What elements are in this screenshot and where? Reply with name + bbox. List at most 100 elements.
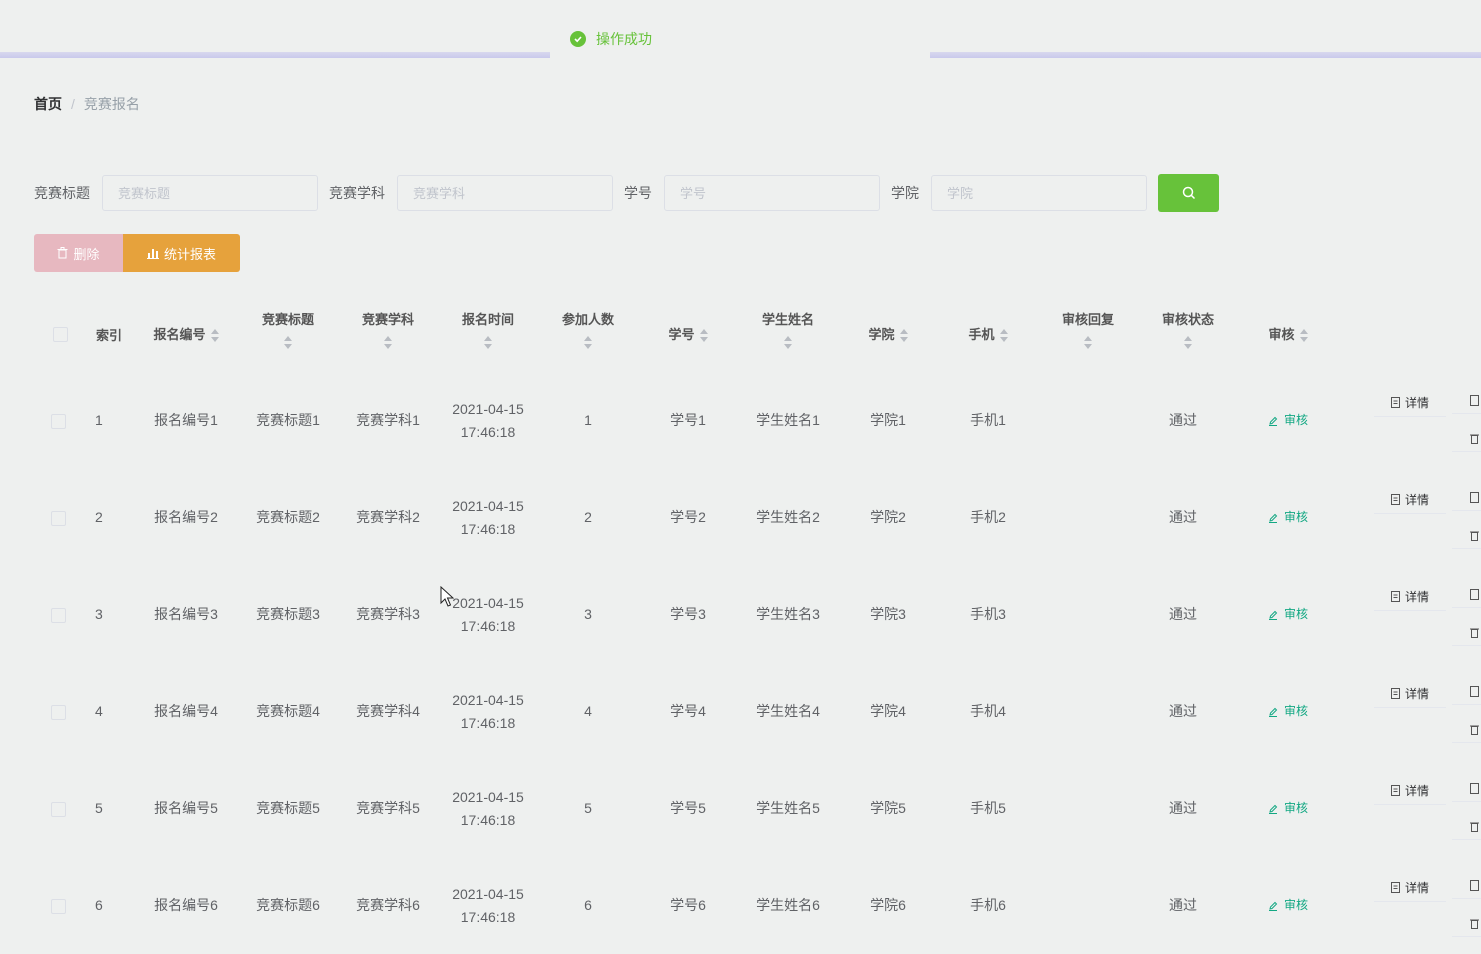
sort-icon[interactable] xyxy=(699,329,708,343)
delete-row-button[interactable] xyxy=(1452,717,1481,743)
delete-row-button[interactable] xyxy=(1452,523,1481,549)
detail-button[interactable]: 详情 xyxy=(1374,679,1446,708)
cell-reply xyxy=(1038,760,1138,857)
edit-button[interactable] xyxy=(1452,388,1481,414)
cell-student-id: 学号1 xyxy=(670,412,706,428)
audit-link[interactable]: 审核 xyxy=(1268,506,1308,529)
student-id-search-input[interactable] xyxy=(664,175,880,211)
edit-icon xyxy=(1268,610,1278,620)
column-header-status[interactable]: 审核状态 xyxy=(1138,309,1238,349)
row-index: 4 xyxy=(95,703,103,719)
detail-button[interactable]: 详情 xyxy=(1374,388,1446,417)
edit-button[interactable] xyxy=(1452,582,1481,608)
column-header-time[interactable]: 报名时间 xyxy=(438,309,538,349)
column-header-audit[interactable]: 审核 xyxy=(1238,324,1338,343)
cell-count: 5 xyxy=(584,800,592,816)
search-button[interactable] xyxy=(1158,174,1219,212)
audit-link[interactable]: 审核 xyxy=(1268,700,1308,723)
row-checkbox[interactable] xyxy=(51,899,66,914)
breadcrumb-home[interactable]: 首页 xyxy=(34,96,62,112)
audit-link[interactable]: 审核 xyxy=(1268,603,1308,626)
row-checkbox[interactable] xyxy=(51,414,66,429)
cell-count: 6 xyxy=(584,897,592,913)
column-header-regno[interactable]: 报名编号 xyxy=(136,324,236,343)
trash-icon xyxy=(1470,531,1479,541)
column-header-count[interactable]: 参加人数 xyxy=(538,309,638,349)
select-all-checkbox[interactable] xyxy=(53,327,68,342)
edit-button[interactable] xyxy=(1452,485,1481,511)
sort-icon[interactable] xyxy=(484,336,492,349)
sort-icon[interactable] xyxy=(1184,336,1192,349)
detail-button[interactable]: 详情 xyxy=(1374,485,1446,514)
sort-icon[interactable] xyxy=(1084,336,1092,349)
detail-button[interactable]: 详情 xyxy=(1374,873,1446,902)
edit-button[interactable] xyxy=(1452,776,1481,802)
sort-icon[interactable] xyxy=(284,336,292,349)
cell-college: 学院2 xyxy=(870,509,906,525)
column-header-title[interactable]: 竞赛标题 xyxy=(238,309,338,349)
cell-student-name: 学生姓名6 xyxy=(756,897,820,913)
sort-icon[interactable] xyxy=(899,329,908,343)
document-icon xyxy=(1470,880,1479,891)
cell-time: 2021-04-15 17:46:18 xyxy=(452,497,524,537)
cell-regno: 报名编号4 xyxy=(154,703,218,719)
cell-time: 2021-04-15 17:46:18 xyxy=(452,885,524,925)
sort-icon[interactable] xyxy=(1299,329,1308,343)
detail-button[interactable]: 详情 xyxy=(1374,776,1446,805)
sort-icon[interactable] xyxy=(210,329,219,343)
college-search-input[interactable] xyxy=(931,175,1147,211)
column-header-college[interactable]: 学院 xyxy=(838,324,938,343)
detail-button[interactable]: 详情 xyxy=(1374,582,1446,611)
delete-row-button[interactable] xyxy=(1452,426,1481,452)
sort-icon[interactable] xyxy=(384,336,392,349)
row-checkbox[interactable] xyxy=(51,705,66,720)
cell-regno: 报名编号3 xyxy=(154,606,218,622)
column-header-phone[interactable]: 手机 xyxy=(938,324,1038,343)
sort-icon[interactable] xyxy=(999,329,1008,343)
search-form: 竞赛标题 竞赛学科 学号 学院 xyxy=(34,174,1158,212)
delete-row-button[interactable] xyxy=(1452,911,1481,937)
breadcrumb: 首页 / 竞赛报名 xyxy=(34,94,140,114)
cell-title: 竞赛标题6 xyxy=(256,897,320,913)
sort-icon[interactable] xyxy=(784,336,792,349)
cell-title: 竞赛标题4 xyxy=(256,703,320,719)
subject-search-input[interactable] xyxy=(397,175,613,211)
cell-audit: 审核 xyxy=(1238,760,1338,857)
row-checkbox[interactable] xyxy=(51,802,66,817)
delete-button[interactable]: 删除 xyxy=(34,234,123,272)
table-row: 3 报名编号3 竞赛标题3 竞赛学科3 2021-04-15 17:46:18 3 学号3 学生… xyxy=(0,566,1481,663)
column-header-student-name[interactable]: 学生姓名 xyxy=(738,309,838,349)
trash-icon xyxy=(1470,919,1479,929)
row-checkbox[interactable] xyxy=(51,608,66,623)
edit-button[interactable] xyxy=(1452,679,1481,705)
audit-link[interactable]: 审核 xyxy=(1268,894,1308,917)
mouse-cursor-icon xyxy=(440,586,454,607)
cell-reply xyxy=(1038,857,1138,954)
column-header-student-id[interactable]: 学号 xyxy=(638,324,738,343)
delete-row-button[interactable] xyxy=(1452,620,1481,646)
document-icon xyxy=(1390,881,1400,893)
search-label-college: 学院 xyxy=(891,185,919,201)
table-row: 6 报名编号6 竞赛标题6 竞赛学科6 2021-04-15 17:46:18 6 学号6 学生… xyxy=(0,857,1481,954)
cell-college: 学院3 xyxy=(870,606,906,622)
title-search-input[interactable] xyxy=(102,175,318,211)
column-header-reply[interactable]: 审核回复 xyxy=(1038,309,1138,349)
cell-regno: 报名编号6 xyxy=(154,897,218,913)
sort-icon[interactable] xyxy=(584,336,592,349)
column-header-subject[interactable]: 竞赛学科 xyxy=(338,309,438,349)
search-label-title: 竞赛标题 xyxy=(34,185,90,201)
edit-button[interactable] xyxy=(1452,873,1481,899)
cell-regno: 报名编号1 xyxy=(154,412,218,428)
cell-student-id: 学号4 xyxy=(670,703,706,719)
row-checkbox[interactable] xyxy=(51,511,66,526)
report-button[interactable]: 统计报表 xyxy=(123,234,240,272)
document-icon xyxy=(1470,492,1479,503)
audit-link[interactable]: 审核 xyxy=(1268,409,1308,432)
edit-icon xyxy=(1268,416,1278,426)
cell-status: 通过 xyxy=(1169,897,1197,913)
row-index: 2 xyxy=(95,509,103,525)
cell-student-name: 学生姓名1 xyxy=(756,412,820,428)
search-label-subject: 竞赛学科 xyxy=(329,185,385,201)
audit-link[interactable]: 审核 xyxy=(1268,797,1308,820)
delete-row-button[interactable] xyxy=(1452,814,1481,840)
